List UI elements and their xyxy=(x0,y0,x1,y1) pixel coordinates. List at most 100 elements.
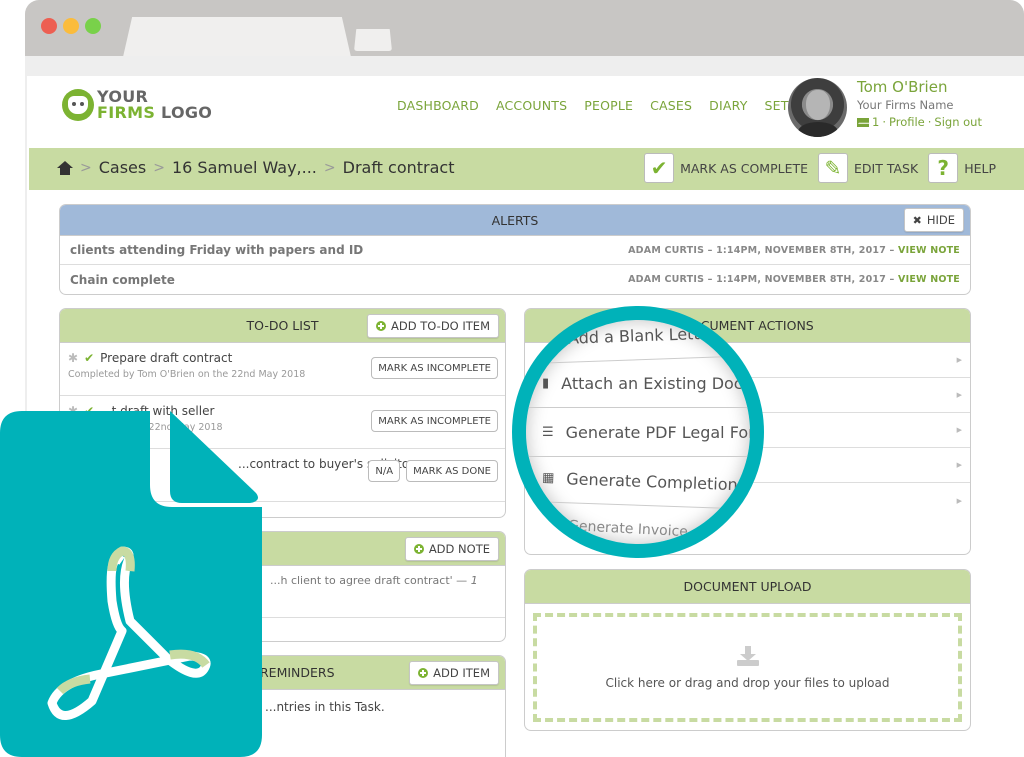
alert-text: clients attending Friday with papers and… xyxy=(70,243,364,257)
chevron-right-icon: ▶ xyxy=(956,391,962,399)
note-text: ...h client to agree draft contract' — xyxy=(270,574,468,587)
breadcrumb-current: Draft contract xyxy=(342,158,455,177)
task-actions: ✔ MARK AS COMPLETE ✎ EDIT TASK ? HELP xyxy=(644,153,996,183)
document-upload-panel: DOCUMENT UPLOAD Click here or drag and d… xyxy=(524,569,971,731)
chevron-right-icon: ▶ xyxy=(956,461,962,469)
browser-tab[interactable] xyxy=(123,17,351,57)
user-name[interactable]: Tom O'Brien xyxy=(857,78,982,96)
profile-link[interactable]: Profile xyxy=(889,115,925,129)
new-tab-button[interactable] xyxy=(354,29,392,51)
document-upload-header: DOCUMENT UPLOAD xyxy=(525,570,970,604)
check-icon: ✔ xyxy=(84,351,95,365)
mark-complete-button[interactable]: ✔ MARK AS COMPLETE xyxy=(644,153,808,183)
mark-done-button[interactable]: MARK AS DONE xyxy=(406,460,498,482)
note-age: 1 xyxy=(470,574,478,587)
document-upload-title: DOCUMENT UPLOAD xyxy=(683,579,812,594)
breadcrumb: > Cases > 16 Samuel Way,... > Draft cont… xyxy=(57,158,455,177)
add-todo-label: ADD TO-DO ITEM xyxy=(391,319,490,333)
breadcrumb-separator: > xyxy=(80,159,92,176)
chevron-right-icon: ▶ xyxy=(956,426,962,434)
alerts-title: ALERTS xyxy=(491,212,539,228)
main-nav: DASHBOARD ACCOUNTS PEOPLE CASES DIARY SE… xyxy=(397,98,806,113)
logo-line-2-accent: FIRMS xyxy=(97,103,156,122)
edit-task-button[interactable]: ✎ EDIT TASK xyxy=(818,153,918,183)
breadcrumb-separator: > xyxy=(323,159,336,176)
separator: · xyxy=(882,115,886,129)
logo-mark-icon xyxy=(62,89,94,121)
chevron-right-icon: ▶ xyxy=(956,356,962,364)
todo-header: TO-DO LIST ADD TO-DO ITEM xyxy=(60,309,505,343)
na-button[interactable]: N/A xyxy=(368,460,401,482)
checkmark-icon: ✔ xyxy=(644,153,675,183)
alert-text: Chain complete xyxy=(70,272,175,287)
firm-logo[interactable]: YOUR FIRMS LOGO xyxy=(62,89,212,121)
add-reminder-button[interactable]: ADD ITEM xyxy=(409,661,499,685)
calculator-icon: ▦ xyxy=(541,470,555,486)
plus-circle-icon xyxy=(418,668,429,678)
sign-out-link[interactable]: Sign out xyxy=(934,115,982,129)
pdf-file-icon xyxy=(0,411,262,757)
magnified-label: Attach an Existing Document xyxy=(561,374,753,393)
help-label: HELP xyxy=(964,160,996,176)
pencil-icon: ✎ xyxy=(818,153,849,183)
minimize-window-button[interactable] xyxy=(63,18,79,34)
magnified-label: Add a Blank Letter xyxy=(567,323,717,348)
nav-people[interactable]: PEOPLE xyxy=(584,98,633,113)
breadcrumb-cases[interactable]: Cases xyxy=(99,158,147,177)
user-info: Tom O'Brien Your Firms Name 1 · Profile … xyxy=(857,78,982,129)
alerts-header: ALERTS ✖ HIDE xyxy=(60,205,970,236)
todo-item: ✱ ✔ Prepare draft contract Completed by To… xyxy=(60,343,505,396)
hide-alerts-button[interactable]: ✖ HIDE xyxy=(903,208,964,232)
reminders-title: REMINDERS xyxy=(260,665,335,680)
printer-icon xyxy=(542,524,556,525)
plus-circle-icon xyxy=(413,544,424,554)
add-todo-button[interactable]: ADD TO-DO ITEM xyxy=(367,314,499,338)
nav-diary[interactable]: DIARY xyxy=(709,98,747,113)
separator: · xyxy=(927,115,932,129)
magnified-action-generate-pdf: ☰ Generate PDF Legal Form xyxy=(526,409,764,457)
magnifier-lens: Add a Blank Letter ▮ Attach an Existing D… xyxy=(512,306,764,558)
user-avatar[interactable] xyxy=(788,78,847,137)
nav-dashboard[interactable]: DASHBOARD xyxy=(397,98,479,113)
mark-incomplete-button[interactable]: MARK AS INCOMPLETE xyxy=(371,410,498,432)
browser-toolbar xyxy=(25,56,1024,76)
add-item-label: ADD ITEM xyxy=(433,666,490,680)
view-note-link[interactable]: VIEW NOTE xyxy=(898,274,960,285)
view-note-link[interactable]: VIEW NOTE xyxy=(898,245,960,256)
window-controls xyxy=(41,18,101,34)
message-count[interactable]: 1 xyxy=(872,115,879,129)
home-icon[interactable] xyxy=(57,160,73,175)
alert-item: Chain complete ADAM CURTIS – 1:14PM, NOV… xyxy=(60,265,970,294)
file-icon: ▮ xyxy=(542,376,550,391)
nav-accounts[interactable]: ACCOUNTS xyxy=(496,98,567,113)
alert-meta: ADAM CURTIS – 1:14PM, NOVEMBER 8TH, 2017… xyxy=(628,274,895,285)
question-icon: ? xyxy=(928,153,959,183)
file-dropzone[interactable]: Click here or drag and drop your files t… xyxy=(533,613,962,722)
close-icon: ✖ xyxy=(912,213,922,227)
close-window-button[interactable] xyxy=(41,18,57,34)
breadcrumb-bar: > Cases > 16 Samuel Way,... > Draft cont… xyxy=(29,148,1024,190)
breadcrumb-separator: > xyxy=(153,159,165,176)
list-icon: ☰ xyxy=(542,425,554,440)
nav-cases[interactable]: CASES xyxy=(650,98,692,113)
magnified-label: Generate Invoice xyxy=(567,517,689,540)
alerts-panel: ALERTS ✖ HIDE clients attending Friday w… xyxy=(59,204,971,295)
add-note-button[interactable]: ADD NOTE xyxy=(404,537,499,561)
app-header: YOUR FIRMS LOGO DASHBOARD ACCOUNTS PEOPL… xyxy=(27,76,1024,148)
add-note-label: ADD NOTE xyxy=(428,542,490,556)
maximize-window-button[interactable] xyxy=(85,18,101,34)
hide-label: HIDE xyxy=(926,213,955,227)
todo-item-title: Prepare draft contract xyxy=(100,351,233,365)
todo-title: TO-DO LIST xyxy=(246,318,319,333)
asterisk-icon[interactable]: ✱ xyxy=(68,351,78,365)
mark-incomplete-button[interactable]: MARK AS INCOMPLETE xyxy=(371,357,498,379)
user-firm: Your Firms Name xyxy=(857,98,954,112)
mark-complete-label: MARK AS COMPLETE xyxy=(680,160,809,176)
plus-circle-icon xyxy=(376,321,387,331)
help-button[interactable]: ? HELP xyxy=(928,153,996,183)
dropzone-text: Click here or drag and drop your files t… xyxy=(605,675,890,690)
chevron-right-icon: ▶ xyxy=(956,496,962,505)
envelope-icon[interactable] xyxy=(857,117,869,127)
magnified-label: Generate PDF Legal Form xyxy=(565,423,764,442)
breadcrumb-case[interactable]: 16 Samuel Way,... xyxy=(172,158,317,177)
